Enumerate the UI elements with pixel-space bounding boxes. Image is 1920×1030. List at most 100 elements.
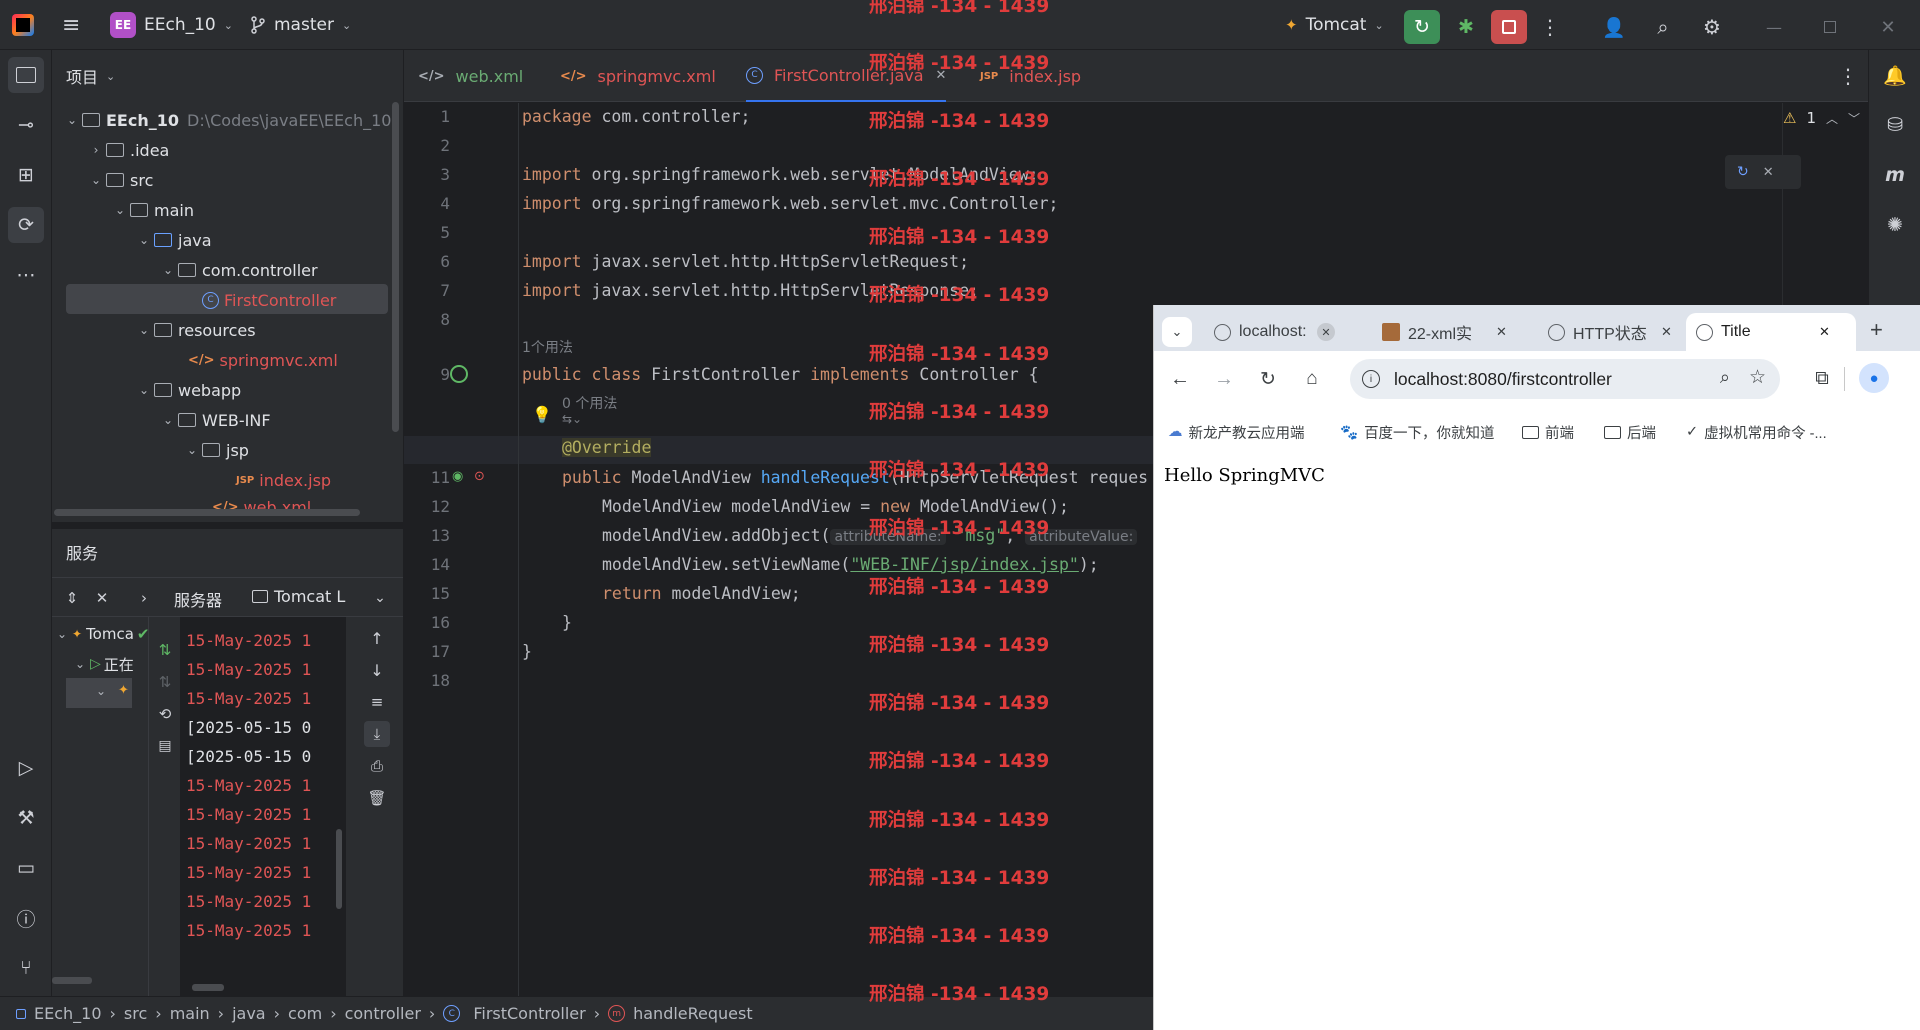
minimize-button[interactable]: — xyxy=(1756,10,1792,44)
run-config-selector[interactable]: ✦ Tomcat ⌄ xyxy=(1285,0,1384,50)
lightbulb-icon[interactable]: 💡 xyxy=(532,405,552,424)
stop-button[interactable] xyxy=(1491,10,1527,44)
search-everywhere-button[interactable]: ⌕ xyxy=(1645,10,1681,44)
main-menu-button[interactable]: ≡ xyxy=(62,0,80,50)
problems-tool-button[interactable]: ⓘ xyxy=(8,900,44,936)
tree-item-resources[interactable]: ⌄ resources xyxy=(134,315,256,345)
back-icon[interactable]: ← xyxy=(1166,365,1194,393)
tree-horizontal-scrollbar[interactable] xyxy=(54,509,360,516)
tree-item-root[interactable]: ⌄ EEch_10 D:\Codes\javaEE\EEch_10 xyxy=(62,105,391,135)
breadcrumb-item[interactable]: controller xyxy=(345,1004,421,1023)
maximize-button[interactable] xyxy=(1812,10,1848,44)
tab-search-button[interactable]: ⌄ xyxy=(1162,317,1192,347)
browser-icon[interactable]: ▤ xyxy=(152,733,178,759)
breadcrumb-item[interactable]: handleRequest xyxy=(633,1004,753,1023)
bookmark-item[interactable]: 🐾 百度一下，你就知道 xyxy=(1340,419,1495,445)
new-tab-button[interactable]: + xyxy=(1870,317,1883,343)
profile-avatar[interactable]: ● xyxy=(1859,363,1889,393)
terminal-tool-button[interactable]: ▭ xyxy=(8,850,44,886)
branch-selector[interactable]: master ⌄ xyxy=(250,0,351,50)
tree-item-springmvc-xml[interactable]: </> springmvc.xml xyxy=(188,345,338,375)
ai-assistant-tool-button[interactable]: ✺ xyxy=(1877,207,1913,243)
tab-springmvc-xml[interactable]: </> springmvc.xml xyxy=(560,50,716,102)
address-bar[interactable]: i localhost:8080/firstcontroller ⌕ ☆ xyxy=(1350,359,1780,399)
tab-server[interactable]: 服务器 xyxy=(174,587,222,611)
tree-item-main[interactable]: ⌄ main xyxy=(110,195,194,225)
ide-logo[interactable] xyxy=(12,0,34,50)
home-icon[interactable]: ⌂ xyxy=(1298,365,1326,393)
chevron-down-icon[interactable]: ⌄ xyxy=(368,584,392,612)
notifications-tool-button[interactable]: 🔔 xyxy=(1877,57,1913,93)
forward-icon[interactable]: → xyxy=(1210,365,1238,393)
tree-vertical-scrollbar[interactable] xyxy=(392,102,399,432)
tree-item-idea[interactable]: › .idea xyxy=(86,135,170,165)
tree-item-firstcontroller[interactable]: C FirstController xyxy=(202,285,336,315)
arrow-up-icon[interactable]: ↑ xyxy=(364,625,390,651)
usage-hint[interactable]: 0 个用法 xyxy=(562,393,617,413)
expand-all-icon[interactable]: ⇕ xyxy=(58,584,86,612)
more-actions-button[interactable]: ⋮ xyxy=(1532,10,1568,44)
print-icon[interactable]: ⎙ xyxy=(364,753,390,779)
close-tab-icon[interactable]: ✕ xyxy=(1496,324,1507,340)
project-panel-header[interactable]: 项目 ⌄ xyxy=(66,64,115,88)
arrow-down-icon[interactable]: ↓ xyxy=(364,657,390,683)
services-tree-tomcat[interactable]: ⌄ ✦ Tomca ✔ xyxy=(52,619,150,649)
services-tool-button[interactable]: ⟳ xyxy=(8,207,44,243)
bookmark-item[interactable]: 后端 xyxy=(1604,419,1656,445)
deploy-all-icon[interactable]: ⇅ xyxy=(152,669,178,695)
run-tool-button[interactable]: ▷ xyxy=(8,750,44,786)
code-with-me-button[interactable]: 👤 xyxy=(1596,10,1632,44)
soft-wrap-icon[interactable]: ≡ xyxy=(364,689,390,715)
more-tools-button[interactable]: ⋯ xyxy=(8,257,44,293)
chevron-up-icon[interactable]: ︿ xyxy=(1826,110,1838,127)
chevron-right-icon[interactable]: › xyxy=(132,584,156,612)
project-tool-button[interactable] xyxy=(8,57,44,93)
extensions-icon[interactable]: ⧉ xyxy=(1808,365,1836,393)
bookmark-item[interactable]: ✓ 虚拟机常用命令 -... xyxy=(1686,419,1827,445)
breadcrumb-item[interactable]: EEch_10 xyxy=(34,1004,102,1023)
services-tree-scrollbar[interactable] xyxy=(52,977,92,984)
usage-hint[interactable]: 1个用法 xyxy=(522,337,573,357)
implementations-icon[interactable]: ⇆⌄ xyxy=(562,412,582,426)
console-horizontal-scrollbar[interactable] xyxy=(192,984,224,991)
chevron-down-icon[interactable]: ﹀ xyxy=(1848,110,1860,127)
close-window-button[interactable]: ✕ xyxy=(1870,10,1906,44)
breadcrumb-item[interactable]: src xyxy=(124,1004,147,1023)
console-vertical-scrollbar[interactable] xyxy=(336,829,342,909)
collapse-all-icon[interactable]: ✕ xyxy=(88,584,116,612)
trash-icon[interactable]: 🗑 xyxy=(364,785,390,811)
tree-item-package[interactable]: ⌄ com.controller xyxy=(158,255,318,285)
tree-item-webapp[interactable]: ⌄ webapp xyxy=(134,375,241,405)
breadcrumb-item[interactable]: java xyxy=(232,1004,266,1023)
breadcrumb-item[interactable]: main xyxy=(170,1004,210,1023)
commit-tool-button[interactable]: ⊸ xyxy=(8,107,44,143)
database-tool-button[interactable]: ⛁ xyxy=(1877,107,1913,143)
star-icon[interactable]: ☆ xyxy=(1749,366,1766,389)
breadcrumb-item[interactable]: FirstController xyxy=(473,1004,585,1023)
override-gutter-icon[interactable]: ⊙ xyxy=(474,469,485,484)
browser-tab-localhost[interactable]: localhost: ✕ xyxy=(1204,313,1364,351)
site-info-icon[interactable]: i xyxy=(1362,370,1380,388)
close-tab-icon[interactable]: ✕ xyxy=(1819,324,1830,340)
browser-tab-xml[interactable]: 22-xml实 ✕ xyxy=(1372,313,1532,351)
debug-button[interactable]: ✱ xyxy=(1448,10,1484,44)
git-tool-button[interactable]: ⑂ xyxy=(8,950,44,986)
build-tool-button[interactable]: ⚒ xyxy=(8,800,44,836)
console-output[interactable]: 15-May-2025 1 15-May-2025 1 15-May-2025 1 [… xyxy=(180,617,346,997)
refresh-icon[interactable]: ⟲ xyxy=(152,701,178,727)
tree-item-src[interactable]: ⌄ src xyxy=(86,165,153,195)
scroll-to-end-icon[interactable]: ⤓ xyxy=(364,721,390,747)
tree-item-java[interactable]: ⌄ java xyxy=(134,225,212,255)
close-tab-icon[interactable]: ✕ xyxy=(1317,323,1335,341)
reload-icon[interactable]: ↻ xyxy=(1254,365,1282,393)
bookmark-item[interactable]: 前端 xyxy=(1522,419,1574,445)
reload-maven-icon[interactable]: ↻ xyxy=(1737,164,1749,180)
tree-item-web-inf[interactable]: ⌄ WEB-INF xyxy=(158,405,271,435)
tree-item-index-jsp[interactable]: JSP index.jsp xyxy=(236,465,331,495)
rerun-button[interactable]: ↻ xyxy=(1404,10,1440,44)
tree-item-jsp[interactable]: ⌄ jsp xyxy=(182,435,249,465)
project-selector[interactable]: EE EEch_10 ⌄ xyxy=(110,0,233,50)
breadcrumb-item[interactable]: com xyxy=(288,1004,322,1023)
browser-tab-http[interactable]: HTTP状态 ✕ xyxy=(1538,313,1698,351)
spring-bean-gutter-icon[interactable] xyxy=(450,365,468,383)
